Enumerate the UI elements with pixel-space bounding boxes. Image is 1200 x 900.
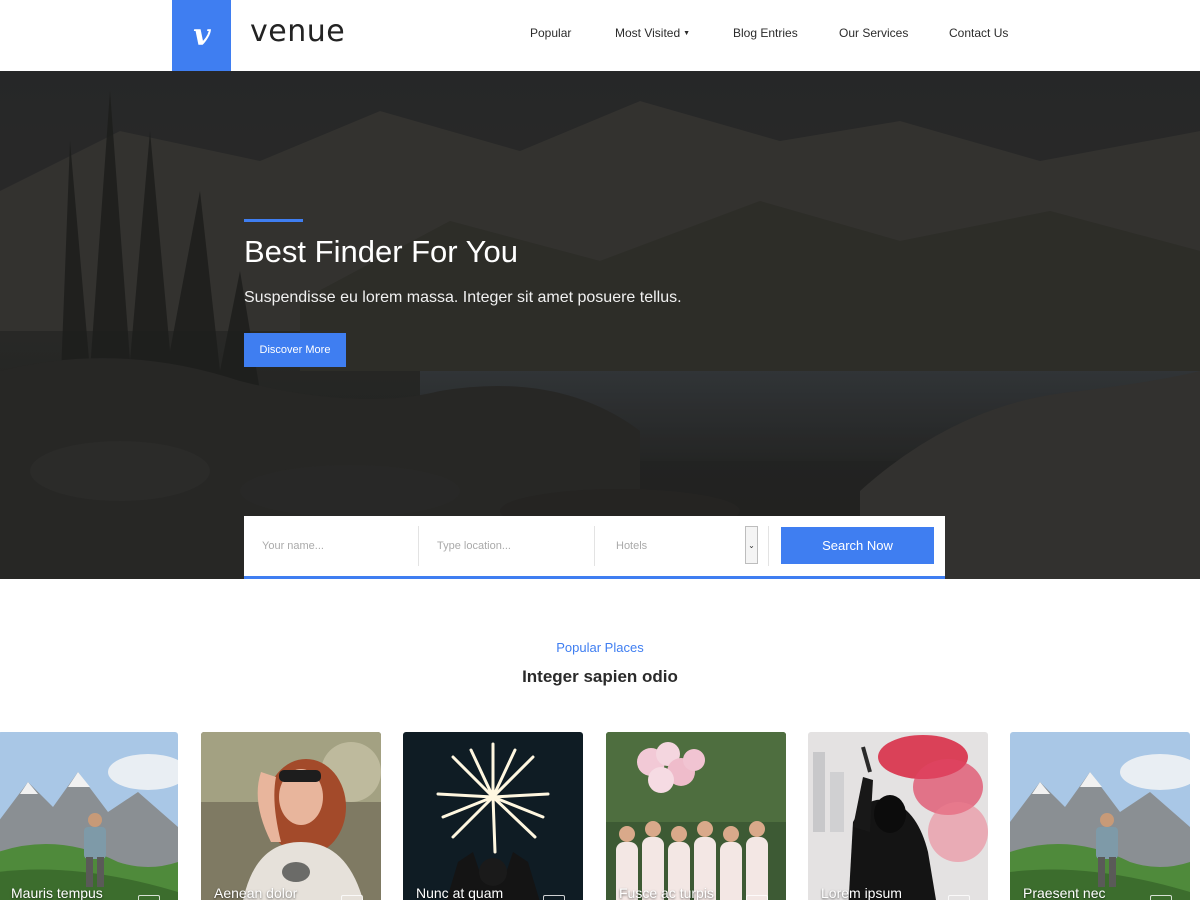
nav-our-services[interactable]: Our Services	[839, 26, 908, 40]
site-header: v venue Popular Most Visited ▼ Blog Entri…	[0, 0, 1200, 71]
badge-icon	[543, 895, 565, 900]
vimeo-v-icon: v	[193, 21, 211, 51]
smiling-woman-image	[201, 732, 381, 900]
discover-more-button[interactable]: Discover More	[244, 333, 346, 367]
hero-landscape-image	[0, 71, 1200, 579]
search-now-button[interactable]: Search Now	[781, 527, 934, 564]
place-card[interactable]: Mauris tempus	[0, 732, 178, 900]
nav-popular[interactable]: Popular	[530, 26, 571, 40]
place-card[interactable]: Fusce ac turpis	[606, 732, 786, 900]
fireworks-image	[403, 732, 583, 900]
badge-icon	[341, 895, 363, 900]
brand-name[interactable]: venue	[250, 14, 345, 49]
place-name: Praesent nec	[1023, 885, 1106, 900]
divider	[768, 526, 769, 566]
nav-label: Blog Entries	[733, 26, 798, 40]
badge-icon	[746, 895, 768, 900]
badge-icon	[138, 895, 160, 900]
mountain-hiker-image	[1010, 732, 1190, 900]
hero-banner: Best Finder For You Suspendisse eu lorem…	[0, 71, 1200, 579]
hero-title: Best Finder For You	[244, 234, 518, 269]
svg-text:v: v	[193, 21, 211, 51]
nav-contact-us[interactable]: Contact Us	[949, 26, 1008, 40]
caret-down-icon: ▼	[683, 30, 691, 37]
place-card[interactable]: Praesent nec	[1010, 732, 1190, 900]
place-name: Mauris tempus	[11, 885, 103, 900]
section-kicker: Popular Places	[556, 640, 644, 655]
place-card[interactable]: Lorem ipsum	[808, 732, 988, 900]
hero-subtitle: Suspendisse eu lorem massa. Integer sit …	[244, 289, 682, 306]
red-smoke-flare-image	[808, 732, 988, 900]
nav-label: Contact Us	[949, 26, 1009, 40]
chevron-down-icon[interactable]: ⌄	[745, 526, 758, 564]
location-input[interactable]: Type location...	[419, 516, 594, 576]
nav-blog-entries[interactable]: Blog Entries	[733, 26, 798, 40]
place-name: Aenean dolor	[214, 885, 298, 900]
name-input[interactable]: Your name...	[244, 516, 418, 576]
nav-label: Our Services	[839, 26, 909, 40]
category-select[interactable]: Hotels	[598, 516, 746, 576]
logo-mark[interactable]: v	[172, 0, 231, 71]
place-card[interactable]: Nunc at quam	[403, 732, 583, 900]
nav-label: Most Visited	[615, 26, 681, 40]
section-title: Integer sapien odio	[522, 667, 678, 686]
nav-most-visited[interactable]: Most Visited ▼	[615, 26, 690, 40]
badge-icon	[948, 895, 970, 900]
mountain-hiker-image	[0, 732, 178, 900]
badge-icon	[1150, 895, 1172, 900]
place-name: Nunc at quam	[416, 885, 504, 900]
bridesmaids-balloons-image	[606, 732, 786, 900]
nav-label: Popular	[530, 26, 572, 40]
place-name: Fusce ac turpis	[619, 885, 714, 900]
hero-accent-line	[244, 219, 303, 222]
place-name: Lorem ipsum	[821, 885, 902, 900]
place-card[interactable]: Aenean dolor	[201, 732, 381, 900]
divider	[594, 526, 595, 566]
